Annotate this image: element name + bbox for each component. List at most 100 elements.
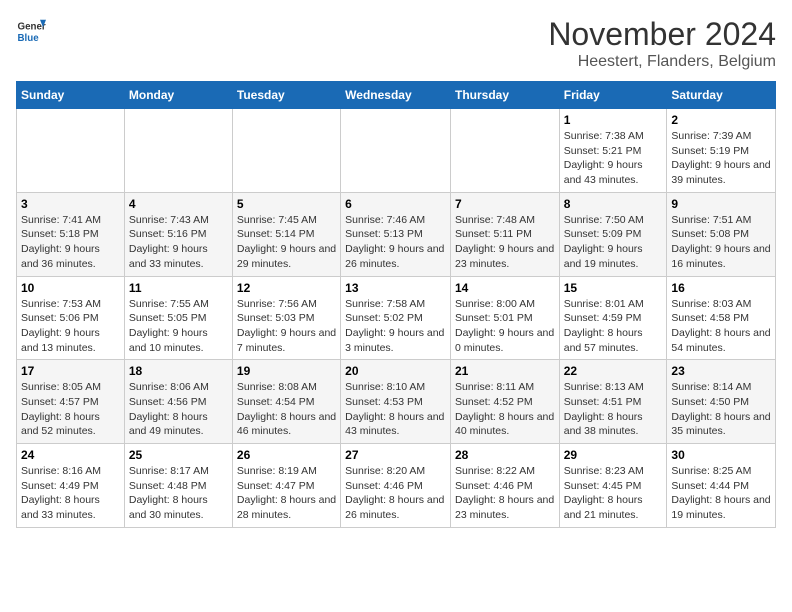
calendar-cell: 30 Sunrise: 8:25 AM Sunset: 4:44 PM Dayli…	[667, 444, 776, 528]
day-number: 2	[671, 113, 771, 127]
svg-text:Blue: Blue	[18, 33, 40, 44]
day-number: 8	[564, 197, 663, 211]
day-number: 9	[671, 197, 771, 211]
calendar-header-tuesday: Tuesday	[232, 82, 340, 109]
page-subtitle: Heestert, Flanders, Belgium	[548, 53, 776, 71]
calendar-cell: 4 Sunrise: 7:43 AM Sunset: 5:16 PM Daylig…	[124, 192, 232, 276]
day-info: Sunrise: 8:14 AM Sunset: 4:50 PM Dayligh…	[671, 380, 771, 439]
day-number: 30	[671, 448, 771, 462]
calendar-week-row: 10Sunrise: 7:53 AM Sunset: 5:06 PM Dayli…	[17, 276, 776, 360]
day-number: 28	[455, 448, 555, 462]
day-info: Sunrise: 8:13 AM Sunset: 4:51 PM Dayligh…	[564, 380, 663, 439]
day-info: Sunrise: 7:56 AM Sunset: 5:03 PM Dayligh…	[237, 297, 336, 356]
day-info: Sunrise: 7:50 AM Sunset: 5:09 PM Dayligh…	[564, 213, 663, 272]
day-number: 3	[21, 197, 120, 211]
day-info: Sunrise: 8:01 AM Sunset: 4:59 PM Dayligh…	[564, 297, 663, 356]
day-number: 22	[564, 364, 663, 378]
calendar-cell: 14 Sunrise: 8:00 AM Sunset: 5:01 PM Dayli…	[450, 276, 559, 360]
page-title: November 2024	[548, 16, 776, 53]
day-number: 20	[345, 364, 446, 378]
calendar-cell: 18 Sunrise: 8:06 AM Sunset: 4:56 PM Dayli…	[124, 360, 232, 444]
calendar-cell: 11 Sunrise: 7:55 AM Sunset: 5:05 PM Dayli…	[124, 276, 232, 360]
day-number: 4	[129, 197, 228, 211]
day-number: 14	[455, 281, 555, 295]
calendar-cell: 5 Sunrise: 7:45 AM Sunset: 5:14 PM Daylig…	[232, 192, 340, 276]
day-info: Sunrise: 7:53 AM Sunset: 5:06 PM Dayligh…	[21, 297, 120, 356]
calendar-week-row: 1 Sunrise: 7:38 AM Sunset: 5:21 PM Daylig…	[17, 109, 776, 193]
calendar-week-row: 3 Sunrise: 7:41 AM Sunset: 5:18 PM Daylig…	[17, 192, 776, 276]
calendar-cell: 10Sunrise: 7:53 AM Sunset: 5:06 PM Dayli…	[17, 276, 125, 360]
day-info: Sunrise: 8:03 AM Sunset: 4:58 PM Dayligh…	[671, 297, 771, 356]
logo-icon: General Blue	[16, 16, 46, 46]
day-info: Sunrise: 7:55 AM Sunset: 5:05 PM Dayligh…	[129, 297, 228, 356]
calendar-cell: 2 Sunrise: 7:39 AM Sunset: 5:19 PM Daylig…	[667, 109, 776, 193]
calendar-week-row: 17 Sunrise: 8:05 AM Sunset: 4:57 PM Dayli…	[17, 360, 776, 444]
page-header: General Blue November 2024 Heestert, Fla…	[16, 16, 776, 71]
day-number: 19	[237, 364, 336, 378]
calendar-header-sunday: Sunday	[17, 82, 125, 109]
calendar-cell: 8 Sunrise: 7:50 AM Sunset: 5:09 PM Daylig…	[559, 192, 667, 276]
calendar-cell: 27Sunrise: 8:20 AM Sunset: 4:46 PM Dayli…	[341, 444, 451, 528]
calendar-cell: 6Sunrise: 7:46 AM Sunset: 5:13 PM Daylig…	[341, 192, 451, 276]
calendar-cell: 12 Sunrise: 7:56 AM Sunset: 5:03 PM Dayli…	[232, 276, 340, 360]
calendar-cell: 28Sunrise: 8:22 AM Sunset: 4:46 PM Dayli…	[450, 444, 559, 528]
calendar-header-row: SundayMondayTuesdayWednesdayThursdayFrid…	[17, 82, 776, 109]
day-number: 27	[345, 448, 446, 462]
day-number: 13	[345, 281, 446, 295]
calendar-cell: 20 Sunrise: 8:10 AM Sunset: 4:53 PM Dayli…	[341, 360, 451, 444]
day-number: 25	[129, 448, 228, 462]
day-info: Sunrise: 7:39 AM Sunset: 5:19 PM Dayligh…	[671, 129, 771, 188]
calendar-cell	[450, 109, 559, 193]
day-number: 5	[237, 197, 336, 211]
calendar-header-wednesday: Wednesday	[341, 82, 451, 109]
day-info: Sunrise: 7:45 AM Sunset: 5:14 PM Dayligh…	[237, 213, 336, 272]
calendar-cell: 24Sunrise: 8:16 AM Sunset: 4:49 PM Dayli…	[17, 444, 125, 528]
day-number: 23	[671, 364, 771, 378]
calendar-cell: 9 Sunrise: 7:51 AM Sunset: 5:08 PM Daylig…	[667, 192, 776, 276]
day-info: Sunrise: 7:48 AM Sunset: 5:11 PM Dayligh…	[455, 213, 555, 272]
day-info: Sunrise: 8:16 AM Sunset: 4:49 PM Dayligh…	[21, 464, 120, 523]
calendar-cell: 21 Sunrise: 8:11 AM Sunset: 4:52 PM Dayli…	[450, 360, 559, 444]
day-number: 12	[237, 281, 336, 295]
calendar-cell	[124, 109, 232, 193]
day-info: Sunrise: 8:08 AM Sunset: 4:54 PM Dayligh…	[237, 380, 336, 439]
day-info: Sunrise: 8:23 AM Sunset: 4:45 PM Dayligh…	[564, 464, 663, 523]
calendar-table: SundayMondayTuesdayWednesdayThursdayFrid…	[16, 81, 776, 528]
title-section: November 2024 Heestert, Flanders, Belgiu…	[548, 16, 776, 71]
logo: General Blue	[16, 16, 46, 46]
calendar-cell: 29 Sunrise: 8:23 AM Sunset: 4:45 PM Dayli…	[559, 444, 667, 528]
calendar-cell: 17 Sunrise: 8:05 AM Sunset: 4:57 PM Dayli…	[17, 360, 125, 444]
day-info: Sunrise: 8:25 AM Sunset: 4:44 PM Dayligh…	[671, 464, 771, 523]
day-number: 29	[564, 448, 663, 462]
calendar-cell: 15 Sunrise: 8:01 AM Sunset: 4:59 PM Dayli…	[559, 276, 667, 360]
day-info: Sunrise: 7:43 AM Sunset: 5:16 PM Dayligh…	[129, 213, 228, 272]
day-number: 1	[564, 113, 663, 127]
calendar-cell: 1 Sunrise: 7:38 AM Sunset: 5:21 PM Daylig…	[559, 109, 667, 193]
day-info: Sunrise: 7:58 AM Sunset: 5:02 PM Dayligh…	[345, 297, 446, 356]
day-number: 11	[129, 281, 228, 295]
calendar-week-row: 24Sunrise: 8:16 AM Sunset: 4:49 PM Dayli…	[17, 444, 776, 528]
calendar-cell	[17, 109, 125, 193]
calendar-cell	[232, 109, 340, 193]
day-info: Sunrise: 8:05 AM Sunset: 4:57 PM Dayligh…	[21, 380, 120, 439]
calendar-cell: 22 Sunrise: 8:13 AM Sunset: 4:51 PM Dayli…	[559, 360, 667, 444]
day-info: Sunrise: 7:41 AM Sunset: 5:18 PM Dayligh…	[21, 213, 120, 272]
day-info: Sunrise: 8:10 AM Sunset: 4:53 PM Dayligh…	[345, 380, 446, 439]
day-info: Sunrise: 8:06 AM Sunset: 4:56 PM Dayligh…	[129, 380, 228, 439]
calendar-cell: 23 Sunrise: 8:14 AM Sunset: 4:50 PM Dayli…	[667, 360, 776, 444]
day-number: 18	[129, 364, 228, 378]
day-info: Sunrise: 7:51 AM Sunset: 5:08 PM Dayligh…	[671, 213, 771, 272]
calendar-header-thursday: Thursday	[450, 82, 559, 109]
day-info: Sunrise: 8:17 AM Sunset: 4:48 PM Dayligh…	[129, 464, 228, 523]
day-number: 26	[237, 448, 336, 462]
calendar-cell: 25 Sunrise: 8:17 AM Sunset: 4:48 PM Dayli…	[124, 444, 232, 528]
calendar-header-monday: Monday	[124, 82, 232, 109]
day-info: Sunrise: 8:11 AM Sunset: 4:52 PM Dayligh…	[455, 380, 555, 439]
day-number: 16	[671, 281, 771, 295]
day-info: Sunrise: 8:00 AM Sunset: 5:01 PM Dayligh…	[455, 297, 555, 356]
day-number: 21	[455, 364, 555, 378]
day-number: 15	[564, 281, 663, 295]
day-info: Sunrise: 7:38 AM Sunset: 5:21 PM Dayligh…	[564, 129, 663, 188]
day-number: 17	[21, 364, 120, 378]
calendar-cell: 3 Sunrise: 7:41 AM Sunset: 5:18 PM Daylig…	[17, 192, 125, 276]
